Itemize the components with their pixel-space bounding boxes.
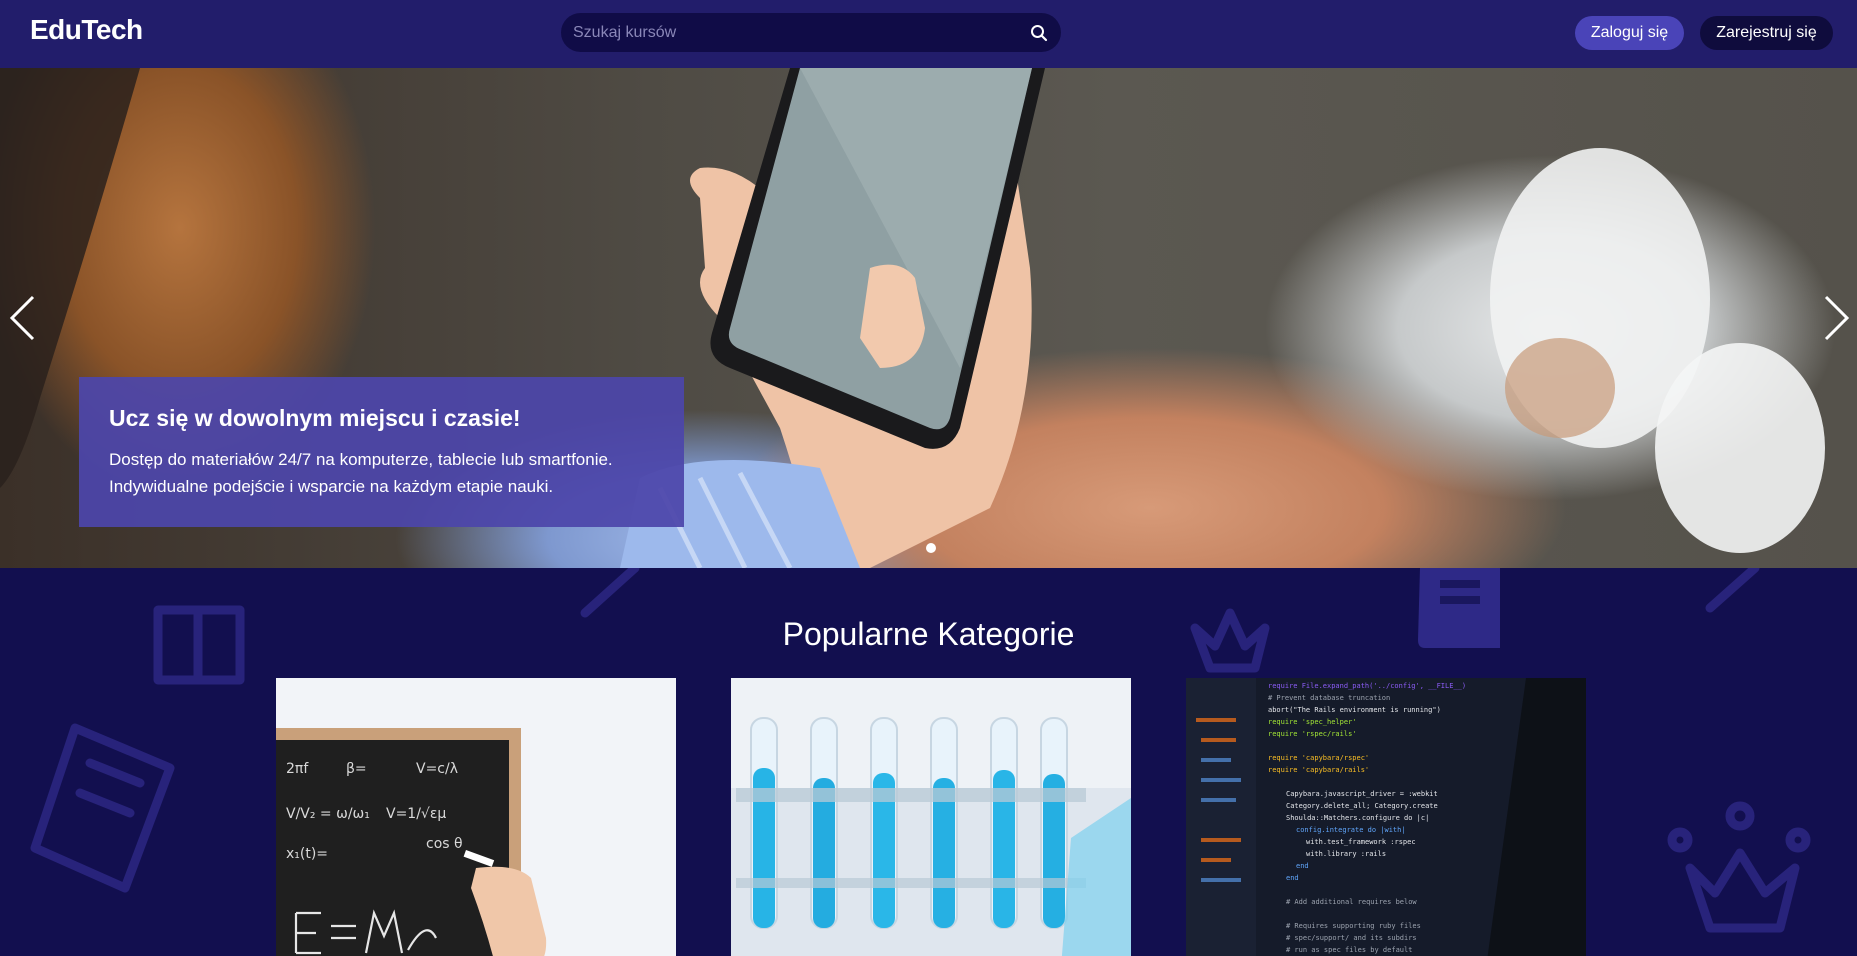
svg-text:V=c/λ: V=c/λ <box>416 761 458 777</box>
book-icon <box>30 723 175 893</box>
chevron-left-icon <box>9 295 35 341</box>
logo[interactable]: EduTech <box>30 14 143 46</box>
category-card-programming[interactable]: require File.expand_path('../config', __… <box>1186 678 1586 956</box>
pencil-icon <box>1705 568 1760 613</box>
svg-text:with.test_framework :rspec: with.test_framework :rspec <box>1306 838 1416 846</box>
hero-caption: Ucz się w dowolnym miejscu i czasie! Dos… <box>79 377 684 527</box>
svg-text:# run as spec files by default: # run as spec files by default <box>1286 946 1412 954</box>
category-image: require File.expand_path('../config', __… <box>1186 678 1586 956</box>
chevron-right-icon <box>1824 295 1850 341</box>
search-input[interactable] <box>573 23 1029 42</box>
svg-text:# Requires supporting ruby fil: # Requires supporting ruby files <box>1286 922 1421 930</box>
svg-text:require 'rspec/rails': require 'rspec/rails' <box>1268 730 1357 738</box>
svg-text:V/V₂ = ω/ω₁: V/V₂ = ω/ω₁ <box>286 806 370 822</box>
category-card-physics[interactable]: 2πf β= V=c/λ V/V₂ = ω/ω₁ V=1/√εμ x₁(t)= … <box>276 678 676 956</box>
svg-text:x₁(t)=: x₁(t)= <box>286 846 328 862</box>
svg-text:V=1/√εμ: V=1/√εμ <box>386 806 446 822</box>
register-button[interactable]: Zarejestruj się <box>1700 16 1833 50</box>
search-icon[interactable] <box>1029 23 1049 43</box>
categories-section: Popularne Kategorie 2πf β= V=c/λ V/V₂ = … <box>0 568 1857 956</box>
search-bar <box>561 13 1061 52</box>
svg-text:Category.delete_all; Category.: Category.delete_all; Category.create <box>1286 802 1438 810</box>
svg-text:cos θ: cos θ <box>426 836 463 852</box>
section-title: Popularne Kategorie <box>782 616 1075 652</box>
svg-text:# Prevent database truncation: # Prevent database truncation <box>1268 694 1390 702</box>
category-card-chemistry[interactable] <box>731 678 1131 956</box>
category-image: 2πf β= V=c/λ V/V₂ = ω/ω₁ V=1/√εμ x₁(t)= … <box>276 678 676 956</box>
pencil-icon <box>580 568 640 618</box>
carousel-next-button[interactable] <box>1817 288 1857 348</box>
svg-text:config.integrate do |with|: config.integrate do |with| <box>1296 826 1406 834</box>
crown-icon <box>1685 848 1800 933</box>
hero-line-1: Dostęp do materiałów 24/7 na komputerze,… <box>109 450 613 469</box>
svg-text:with.library :rails: with.library :rails <box>1306 850 1386 858</box>
svg-text:2πf: 2πf <box>286 761 309 777</box>
svg-text:require File.expand_path('../c: require File.expand_path('../config', __… <box>1268 682 1466 690</box>
login-button[interactable]: Zaloguj się <box>1575 16 1684 50</box>
header: EduTech Zaloguj się Zarejestruj się <box>0 0 1857 68</box>
carousel-dot-active[interactable] <box>926 543 936 553</box>
svg-text:require 'capybara/rails': require 'capybara/rails' <box>1268 766 1369 774</box>
svg-text:Capybara.javascript_driver = :: Capybara.javascript_driver = :webkit <box>1286 790 1438 798</box>
carousel-prev-button[interactable] <box>2 288 42 348</box>
svg-text:abort("The Rails environment i: abort("The Rails environment is running"… <box>1268 706 1441 714</box>
svg-text:end: end <box>1286 874 1299 882</box>
hero-title: Ucz się w dowolnym miejscu i czasie! <box>109 405 521 431</box>
svg-text:# spec/support/ and its subdir: # spec/support/ and its subdirs <box>1286 934 1417 942</box>
hero-line-2: Indywidualne podejście i wsparcie na każ… <box>109 477 554 496</box>
svg-text:require 'capybara/rspec': require 'capybara/rspec' <box>1268 754 1369 762</box>
hero-carousel: Ucz się w dowolnym miejscu i czasie! Dos… <box>0 68 1857 568</box>
svg-text:Shoulda::Matchers.configure do: Shoulda::Matchers.configure do |c| <box>1286 814 1429 822</box>
svg-text:require 'spec_helper': require 'spec_helper' <box>1268 718 1357 726</box>
svg-text:# Add additional requires belo: # Add additional requires below <box>1286 898 1417 906</box>
svg-text:β=: β= <box>346 761 367 777</box>
svg-text:end: end <box>1296 862 1309 870</box>
category-image <box>731 678 1131 956</box>
